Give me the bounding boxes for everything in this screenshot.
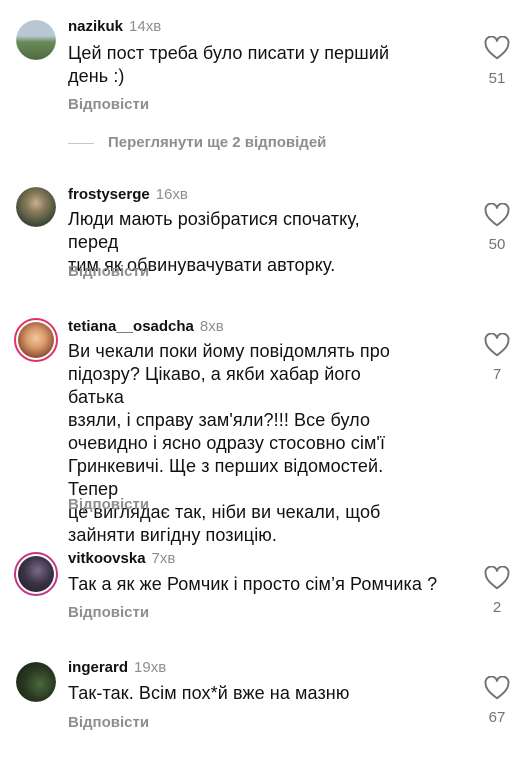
comment-text: Так-так. Всім пох*й вже на мазню	[68, 683, 350, 703]
heart-icon[interactable]	[484, 676, 510, 700]
comment-text: Ви чекали поки йому повідомлять про підо…	[68, 341, 390, 545]
comment-time: 8хв	[199, 318, 224, 335]
avatar[interactable]	[16, 187, 56, 227]
comment-username[interactable]: ingerard	[68, 659, 128, 676]
avatar[interactable]	[16, 662, 56, 702]
heart-icon[interactable]	[484, 566, 510, 590]
like-count: 67	[488, 709, 506, 726]
comment-username[interactable]: frostyserge	[68, 186, 150, 203]
comment-time: 7хв	[151, 550, 176, 567]
view-more-replies-label: Переглянути ще 2 відповідей	[108, 134, 327, 151]
reply-button[interactable]: Відповісти	[68, 496, 149, 513]
like-count: 7	[492, 366, 502, 383]
comment-username[interactable]: nazikuk	[68, 18, 123, 35]
comment-username[interactable]: tetiana__osadcha	[68, 318, 194, 335]
heart-icon[interactable]	[484, 203, 510, 227]
reply-button[interactable]: Відповісти	[68, 604, 149, 621]
comment-username[interactable]: vitkoovska	[68, 550, 146, 567]
comment-text: Так а як же Ромчик і просто сім’я Ромчик…	[68, 574, 438, 594]
reply-button[interactable]: Відповісти	[68, 263, 149, 280]
comment-time: 14хв	[129, 18, 162, 35]
like-count: 2	[492, 599, 502, 616]
reply-button[interactable]: Відповісти	[68, 96, 149, 113]
divider-line	[68, 143, 94, 144]
heart-icon[interactable]	[484, 333, 510, 357]
comment-text: Цей пост треба було писати у перший день…	[68, 43, 390, 86]
avatar[interactable]	[14, 318, 58, 362]
avatar[interactable]	[14, 552, 58, 596]
heart-icon[interactable]	[484, 36, 510, 60]
like-count: 50	[488, 236, 506, 253]
comment-time: 16хв	[155, 186, 188, 203]
comment-time: 19хв	[134, 659, 167, 676]
reply-button[interactable]: Відповісти	[68, 714, 149, 731]
like-count: 51	[488, 70, 506, 87]
avatar[interactable]	[16, 20, 56, 60]
